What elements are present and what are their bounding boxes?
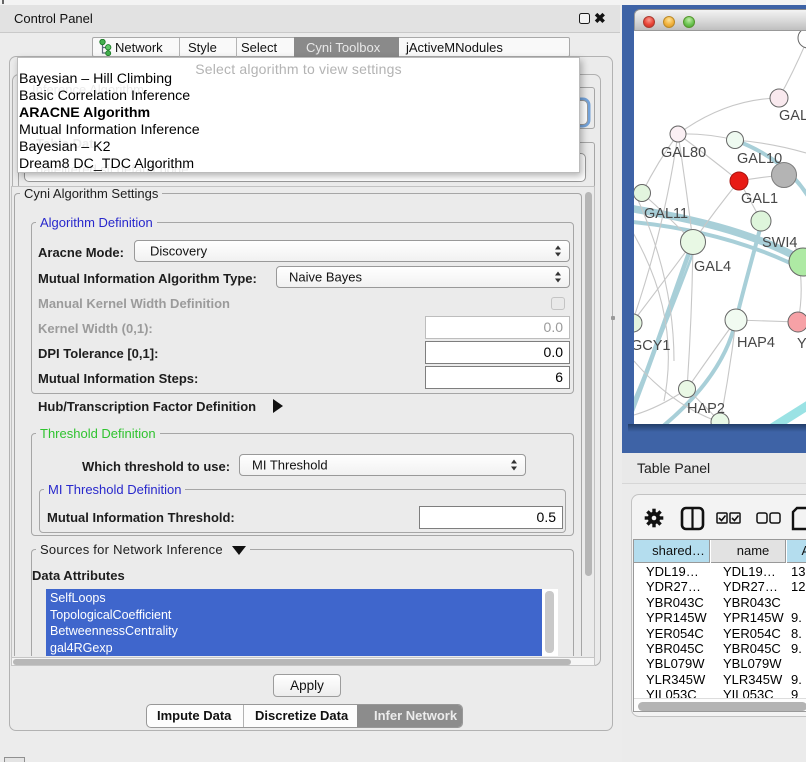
svg-text:SWI4: SWI4 — [762, 235, 797, 251]
svg-text:GAL1: GAL1 — [741, 191, 778, 207]
svg-text:GAL10: GAL10 — [737, 151, 782, 167]
svg-text:HAP4: HAP4 — [737, 335, 775, 351]
svg-text:YJ: YJ — [797, 336, 806, 352]
svg-text:GAL11: GAL11 — [644, 206, 688, 222]
svg-text:HAP2: HAP2 — [687, 401, 725, 417]
svg-text:GAL4: GAL4 — [694, 259, 731, 275]
svg-text:GAL7: GAL7 — [779, 108, 806, 124]
svg-text:GCY1: GCY1 — [634, 338, 671, 354]
svg-text:GAL80: GAL80 — [661, 145, 706, 161]
